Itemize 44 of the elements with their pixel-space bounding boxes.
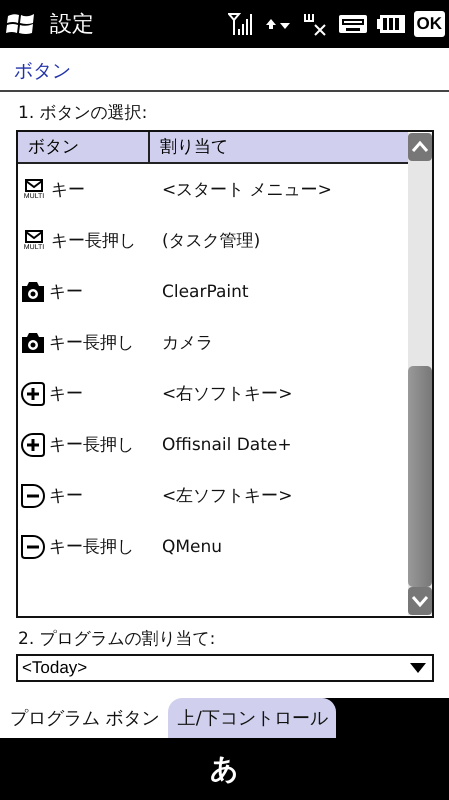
column-header[interactable]: 割り当て (150, 132, 228, 162)
scroll-thumb[interactable] (408, 366, 432, 587)
scroll-up-icon[interactable] (408, 133, 432, 161)
table-cell: Offisnail Date+ (162, 434, 292, 454)
table-cell-text: キー (49, 281, 83, 303)
table-cell: QMenu (162, 536, 222, 556)
table-cell-text: <右ソフトキー> (162, 383, 292, 405)
column-header[interactable]: ボタン (18, 132, 150, 162)
minus-key-icon (20, 534, 46, 560)
envelope-icon (22, 178, 46, 192)
envelope-icon (22, 230, 46, 244)
table-cell: ClearPaint (162, 282, 249, 302)
table-cell-text: (タスク管理) (162, 230, 260, 252)
table-cell-text: キー (49, 383, 83, 405)
window-title: 設定 (50, 11, 94, 39)
ok-button[interactable]: OK (414, 11, 445, 37)
table-cell-text: キー (49, 485, 83, 507)
list-row[interactable]: キー長押し カメラ (18, 317, 408, 368)
list-row[interactable]: キー ClearPaint (18, 266, 408, 317)
table-cell-text: キー長押し (49, 434, 134, 456)
list-row[interactable]: キー長押し Offisnail Date+ (18, 419, 408, 470)
table-cell-text: キー長押し (49, 536, 134, 558)
table-cell-text: キー (51, 179, 85, 201)
program-dropdown[interactable]: <Today> (16, 654, 434, 682)
table-cell-text: <スタート メニュー> (162, 179, 332, 201)
minus-key-icon (20, 482, 46, 508)
page-title: ボタン (0, 48, 449, 92)
tab[interactable]: 上/下コントロール (168, 698, 336, 738)
list-row[interactable]: キー長押し QMenu (18, 521, 408, 572)
dropdown-arrow-icon[interactable] (410, 663, 426, 673)
table-cell-text: <左ソフトキー> (162, 485, 292, 507)
input-mode-button[interactable]: あ (204, 749, 245, 789)
table-cell-text: カメラ (162, 332, 213, 354)
table-cell-text: キー長押し (51, 230, 136, 252)
plus-key-icon (20, 380, 46, 406)
section-label: 2. プログラムの割り当て: (17, 628, 216, 651)
list-row[interactable]: キー <左ソフトキー> (18, 470, 408, 521)
section-label: 1. ボタンの選択: (17, 102, 148, 125)
scrollbar[interactable] (408, 133, 432, 615)
table-cell-text: キー長押し (49, 332, 134, 354)
plus-key-icon (20, 432, 46, 458)
start-icon[interactable] (6, 11, 36, 37)
scroll-down-icon[interactable] (408, 587, 432, 615)
list-row[interactable]: キー <右ソフトキー> (18, 368, 408, 419)
